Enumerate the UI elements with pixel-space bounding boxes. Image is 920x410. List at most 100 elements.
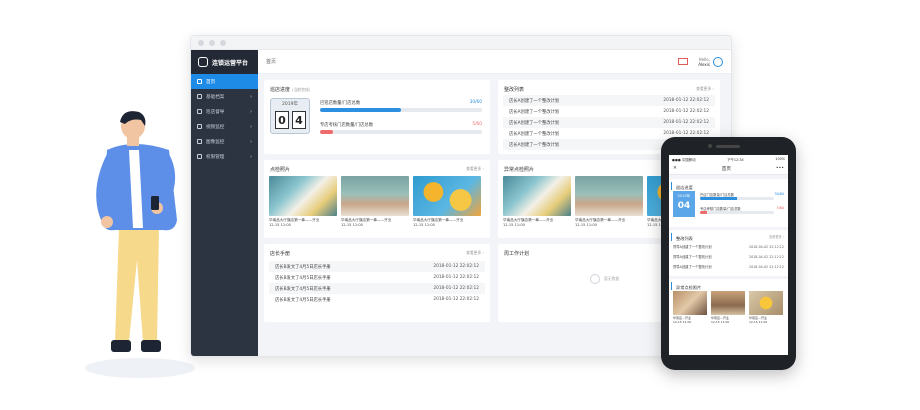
list-item-time: 2018-01-12 22:02:12	[433, 297, 479, 302]
phone-photo-tile[interactable]: 华南店—开业 12-15 11:00	[749, 291, 783, 324]
list-item[interactable]: 店长A创建了一个整改计划 2018-01-12 22:02:12	[503, 95, 715, 106]
list-item[interactable]: 店长B发文了4月5日店长手册 2018-01-12 22:02:12	[269, 272, 485, 283]
sidebar-item[interactable]: 巡店督导 ›	[191, 104, 258, 119]
list-item[interactable]: 店长B发文了4月5日店长手册 2018-01-12 22:02:12	[269, 294, 485, 305]
spot-photos-more-link[interactable]: 查看更多 ›	[466, 166, 484, 172]
window-dot[interactable]	[198, 39, 204, 46]
rectify-more-link[interactable]: 查看更多 ›	[696, 86, 714, 92]
nav-icon	[197, 154, 202, 159]
list-item-text: 店长B发文了4月5日店长手册	[275, 297, 331, 303]
phone-photo-caption: 华南店—开业 12-15 11:00	[749, 316, 783, 324]
photo-tile[interactable]: 华南品大厅旗店第一拳——开业12-15 11:00	[503, 176, 571, 227]
photo-date: 12-15 11:00	[503, 222, 525, 227]
brand[interactable]: 连锁运营平台	[191, 50, 258, 74]
phone-photo-date: 12-15 11:00	[711, 320, 730, 324]
person-illustration	[85, 110, 195, 380]
breadcrumb[interactable]: 首页	[266, 58, 276, 65]
phone-progress-bar-fill	[700, 197, 737, 200]
phone-list-item-text: 督导A创建了一个整改计划	[673, 265, 712, 269]
phone-photos-title: 异常点检照片	[671, 282, 788, 290]
photo-image	[503, 176, 571, 216]
sidebar-item[interactable]: 权限管理 ›	[191, 149, 258, 164]
user-text: Hello, Alexis	[698, 57, 710, 67]
phone-calendar-day: 04	[677, 201, 691, 211]
list-item[interactable]: 店长A创建了一个整改计划 2018-01-12 22:02:12	[503, 106, 715, 117]
progress-label: 专店考核门店数量/门店总数	[320, 123, 374, 128]
list-item[interactable]: 店长B发文了4月5日店长手册 2018-01-12 22:02:12	[269, 261, 485, 272]
nav-icon	[197, 124, 202, 129]
list-item-text: 店长A创建了一个整改计划	[509, 109, 560, 115]
progress-bar	[320, 108, 482, 112]
phone-calendar-year: 2019年	[677, 194, 691, 198]
window-dot[interactable]	[220, 39, 226, 46]
nav-icon	[197, 109, 202, 114]
camera-icon	[708, 144, 712, 148]
phone-progress-bar	[700, 211, 774, 214]
user-name: Alexis	[698, 61, 710, 67]
photo-tile[interactable]: 华南品大厅旗店第一拳——开业12-15 11:00	[575, 176, 643, 227]
list-item-text: 店长A创建了一个整改计划	[509, 131, 560, 137]
phone-progress-value: 30/60	[774, 192, 784, 196]
sidebar-item-label: 视频监控	[206, 124, 225, 130]
phone-list-item-time: 2018-04-02 22:12:12	[748, 254, 784, 259]
phone-list-item-time: 2018-04-02 22:12:12	[748, 244, 784, 249]
phone-status-bar: ●●● 中国移动 下午12:34 100%	[669, 155, 788, 163]
carrier-text: ●●● 中国移动	[672, 157, 696, 162]
photo-image	[341, 176, 409, 216]
manager-manual-card: 店长手册 查看更多 › 店长B发文了4月5日店长手册 2018-01-12 22:…	[264, 244, 490, 322]
photo-tile[interactable]: 华南品大厅旗店第一拳——开业12-15 11:00	[413, 176, 481, 227]
phone-list-item[interactable]: 督导A创建了一个整改计划 2018-04-02 22:12:12	[673, 252, 784, 261]
progress-row: 专店考核门店数量/门店总数 5/60	[320, 122, 482, 134]
sidebar-item[interactable]: 图像监控 ›	[191, 134, 258, 149]
phone-list-item-text: 督导A创建了一个整改计划	[673, 255, 712, 259]
user-menu[interactable]: Hello, Alexis	[698, 56, 723, 67]
phone-photo-image	[673, 291, 707, 315]
phone-photo-date: 12-15 11:00	[749, 320, 768, 324]
empty-state-text: 暂无数据	[604, 276, 620, 281]
progress-bar-fill	[320, 108, 401, 112]
progress-bar-fill	[320, 130, 333, 134]
phone-photo-tile[interactable]: 华南店—开业 12-15 11:00	[673, 291, 707, 324]
battery-text: 100%	[775, 157, 785, 161]
sidebar-item-label: 权限管理	[206, 154, 225, 160]
phone-photo-tile[interactable]: 华南店—开业 12-15 11:00	[711, 291, 745, 324]
list-item-time: 2018-01-12 22:02:12	[663, 120, 709, 125]
photo-caption: 华南品大厅旗店第一拳——开业12-15 11:00	[503, 218, 571, 227]
avatar[interactable]	[713, 56, 723, 67]
list-item-time: 2018-01-12 22:02:12	[433, 264, 479, 269]
spot-photos-card: 点检照片 查看更多 › 华南品大厅旗店第一拳——开业 12-15 11:00 华南品…	[264, 160, 490, 238]
list-item-text: 店长B发文了4月5日店长手册	[275, 264, 331, 270]
phone-progress-value: 5/60	[776, 206, 784, 210]
photo-date: 12-15 11:00	[575, 222, 597, 227]
photo-caption: 华南品大厅旗店第一拳——开业12-15 11:00	[575, 218, 643, 227]
manual-more-link[interactable]: 查看更多 ›	[466, 250, 484, 256]
inspection-subtitle: (当前完成)	[292, 87, 311, 92]
list-item-time: 2018-01-12 22:02:12	[663, 98, 709, 103]
more-menu-icon[interactable]: •••	[776, 166, 784, 171]
sidebar-item[interactable]: 基础档案 ›	[191, 89, 258, 104]
list-item-time: 2018-01-12 22:02:12	[663, 131, 709, 136]
list-item-text: 店长B发文了4月5日店长手册	[275, 275, 331, 281]
list-item-text: 店长A创建了一个整改计划	[509, 98, 560, 104]
phone-list-item[interactable]: 督导A创建了一个整改计划 2018-04-02 22:12:12	[673, 262, 784, 271]
mail-icon[interactable]	[678, 58, 689, 65]
ground-shadow	[85, 358, 195, 378]
sidebar-item[interactable]: 视频监控 ›	[191, 119, 258, 134]
list-item-time: 2018-01-12 22:02:12	[433, 275, 479, 280]
sidebar-item-label: 基础档案	[206, 94, 225, 100]
window-dot[interactable]	[209, 39, 215, 46]
phone-list-item[interactable]: 督导A创建了一个整改计划 2018-04-02 22:12:12	[673, 242, 784, 251]
spot-photos-title: 点检照片	[270, 167, 291, 173]
phone-photo-caption: 华南店—开业 12-15 11:00	[673, 316, 707, 324]
list-item[interactable]: 店长A创建了一个整改计划 2018-01-12 22:02:12	[503, 117, 715, 128]
nav-icon	[197, 79, 202, 84]
phone-rectify-more-link[interactable]: 查看更多 ›	[769, 234, 784, 239]
close-icon[interactable]: ✕	[673, 166, 677, 171]
list-item[interactable]: 店长B发文了4月5日店长手册 2018-01-12 22:02:12	[269, 283, 485, 294]
sidebar-item[interactable]: 首页	[191, 74, 258, 89]
sidebar-nav: 首页 基础档案 › 巡店督导 › 视频监控 › 图像监控 › 权限管理 ›	[191, 74, 258, 164]
top-bar: 首页 Hello, Alexis	[258, 50, 731, 74]
brand-name: 连锁运营平台	[212, 59, 249, 67]
photo-tile[interactable]: 华南品大厅旗店第一拳——开业12-15 11:00	[341, 176, 409, 227]
photo-tile[interactable]: 华南品大厅旗店第一拳——开业12-15 11:00	[269, 176, 337, 227]
